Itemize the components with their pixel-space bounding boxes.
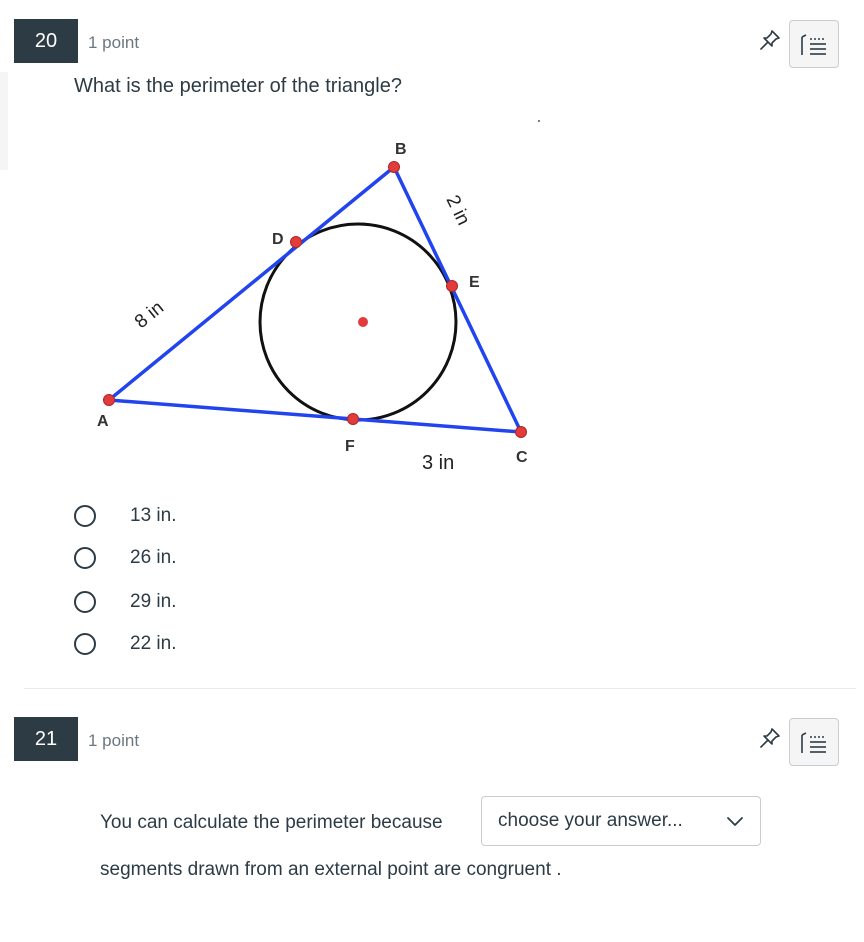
notes-button[interactable]: [789, 718, 839, 766]
artifact-dot: [538, 120, 540, 122]
answer-option-1[interactable]: 13 in.: [74, 501, 176, 531]
point-d: [290, 236, 302, 248]
label-c: C: [516, 449, 528, 466]
left-rail: [0, 72, 8, 170]
answer-dropdown[interactable]: choose your answer...: [481, 796, 761, 846]
question-points-20: 1 point: [88, 33, 140, 52]
point-b: [388, 161, 400, 173]
answer-option-3[interactable]: 29 in.: [74, 587, 176, 617]
option-label: 22 in.: [130, 633, 177, 654]
question-points-21: 1 point: [88, 731, 140, 750]
triangle-figure: A B C D E F 8 in 2 in 3 in: [60, 110, 580, 490]
pin-icon[interactable]: [758, 726, 782, 750]
notes-icon: [801, 34, 826, 55]
radio-button[interactable]: [74, 547, 96, 569]
chevron-down-icon: [727, 817, 743, 826]
question-divider: [24, 688, 856, 689]
length-label-be: 2 in: [442, 192, 474, 229]
radio-button[interactable]: [74, 505, 96, 527]
label-a: A: [97, 413, 109, 430]
question-number-20: 20: [14, 19, 78, 63]
point-a: [103, 394, 115, 406]
point-c: [515, 426, 527, 438]
question-number-21: 21: [14, 717, 78, 761]
radio-button[interactable]: [74, 633, 96, 655]
dropdown-value: choose your answer...: [498, 810, 683, 831]
question-text-20: What is the perimeter of the triangle?: [74, 75, 402, 97]
question-text-21-part1: You can calculate the perimeter because: [100, 812, 443, 833]
option-label: 13 in.: [130, 505, 177, 526]
pin-icon[interactable]: [758, 28, 782, 52]
point-f: [347, 413, 359, 425]
length-label-cf: 3 in: [422, 452, 454, 474]
triangle-diagram: A B C D E F 8 in 2 in 3 in: [97, 120, 540, 474]
notes-button[interactable]: [789, 20, 839, 68]
label-e: E: [469, 274, 480, 291]
question-text-21-part2: segments drawn from an external point ar…: [100, 859, 562, 880]
point-e: [446, 280, 458, 292]
circle-center: [358, 317, 368, 327]
option-label: 26 in.: [130, 547, 177, 568]
quiz-page: 20 1 point What is the perimeter of the …: [0, 0, 864, 942]
radio-button[interactable]: [74, 591, 96, 613]
notes-icon: [801, 732, 826, 753]
answer-option-2[interactable]: 26 in.: [74, 543, 176, 573]
answer-option-4[interactable]: 22 in.: [74, 629, 176, 659]
length-label-ad: 8 in: [131, 297, 168, 333]
label-b: B: [395, 141, 407, 158]
option-label: 29 in.: [130, 591, 177, 612]
label-d: D: [272, 231, 284, 248]
label-f: F: [345, 438, 355, 455]
